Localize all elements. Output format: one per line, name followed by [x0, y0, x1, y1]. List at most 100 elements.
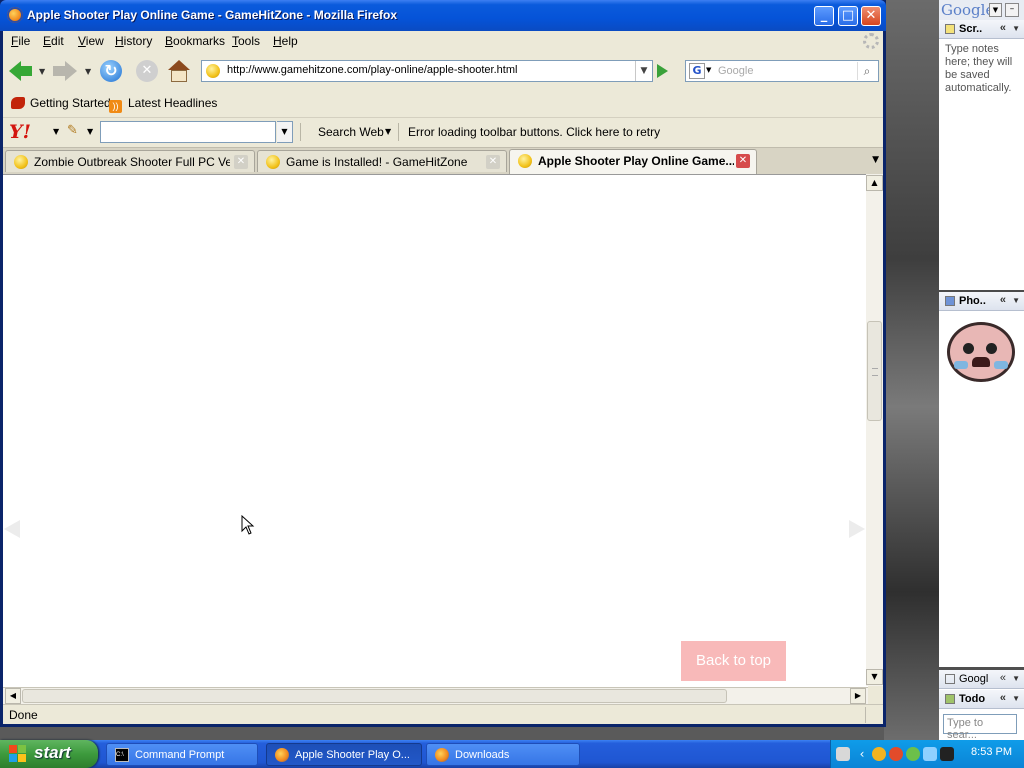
- bookmark-getting-started[interactable]: Getting Started: [11, 96, 111, 110]
- throbber-icon: [863, 33, 879, 49]
- expand-icon[interactable]: «: [1000, 692, 1006, 704]
- scroll-down-button[interactable]: ▼: [866, 669, 883, 685]
- taskbar-item-apple-shooter[interactable]: Apple Shooter Play O...: [266, 743, 422, 766]
- stop-button[interactable]: ✕: [135, 59, 159, 83]
- menu-help[interactable]: Help: [273, 34, 298, 48]
- home-icon: [168, 60, 190, 70]
- todo-gadget: Todo « ▼ Type to sear...: [939, 690, 1024, 741]
- tab-game-installed[interactable]: Game is Installed! - GameHitZone ✕: [257, 150, 507, 172]
- show-hidden-icons-icon[interactable]: ‹: [855, 747, 869, 761]
- taskbar-item-downloads[interactable]: Downloads: [426, 743, 580, 766]
- reload-button[interactable]: ↻: [99, 59, 123, 83]
- scratch-pad-textarea[interactable]: Type notes here; they will be saved auto…: [945, 43, 1019, 95]
- vertical-scroll-thumb[interactable]: [867, 321, 882, 421]
- network-icon[interactable]: [906, 747, 920, 761]
- sidebar-menu-dropdown[interactable]: ▼: [989, 3, 1002, 17]
- menu-file[interactable]: File: [11, 34, 30, 48]
- google-logo[interactable]: Google: [941, 1, 994, 19]
- status-separator: [865, 707, 866, 723]
- tab-close-icon[interactable]: ✕: [234, 155, 248, 169]
- toolbar-error-message[interactable]: Error loading toolbar buttons. Click her…: [408, 125, 660, 139]
- back-to-top-button[interactable]: Back to top: [681, 641, 786, 681]
- menu-edit[interactable]: Edit: [43, 34, 64, 48]
- scroll-right-button[interactable]: ▶: [850, 688, 866, 704]
- gadget-menu-dropdown[interactable]: ▼: [1012, 296, 1020, 305]
- menu-history[interactable]: History: [115, 34, 152, 48]
- yahoo-toolbar: Y! ▼ ✎ ▼ ▼ Search Web ▼ Error loading to…: [3, 117, 883, 146]
- yahoo-logo[interactable]: Y!: [9, 121, 31, 143]
- url-text[interactable]: http://www.gamehitzone.com/play-online/a…: [227, 64, 517, 76]
- tab-close-icon[interactable]: ✕: [486, 155, 500, 169]
- pencil-dropdown[interactable]: ▼: [87, 127, 93, 136]
- sidebar-minimize-button[interactable]: –: [1005, 3, 1019, 17]
- search-web-button[interactable]: Search Web: [318, 125, 384, 139]
- expand-icon[interactable]: «: [1000, 672, 1006, 684]
- gadget-menu-dropdown[interactable]: ▼: [1012, 694, 1020, 703]
- vertical-scrollbar[interactable]: ▲ ▼: [866, 174, 883, 686]
- photos-header[interactable]: Pho.. « ▼: [939, 292, 1024, 311]
- gadget-menu-dropdown[interactable]: ▼: [1012, 24, 1020, 33]
- back-button[interactable]: [9, 59, 33, 83]
- forward-history-dropdown[interactable]: ▼: [85, 67, 91, 76]
- yahoo-search-dropdown[interactable]: ▼: [277, 121, 293, 143]
- url-bar[interactable]: http://www.gamehitzone.com/play-online/a…: [201, 60, 653, 82]
- yahoo-menu-dropdown[interactable]: ▼: [53, 127, 59, 136]
- messenger-icon[interactable]: [872, 747, 886, 761]
- google-gadget-header[interactable]: Googl « ▼: [939, 670, 1024, 689]
- firefox-icon: [275, 748, 289, 762]
- taskbar-item-command-prompt[interactable]: C:\ Command Prompt: [106, 743, 258, 766]
- back-history-dropdown[interactable]: ▼: [39, 67, 45, 76]
- horizontal-scrollbar[interactable]: ◀ ▶: [3, 687, 868, 705]
- todo-search-input[interactable]: Type to sear...: [943, 714, 1017, 741]
- expand-icon[interactable]: «: [1000, 294, 1006, 306]
- search-icon[interactable]: ⌕: [857, 62, 876, 80]
- tab-apple-shooter[interactable]: Apple Shooter Play Online Game... ✕: [509, 149, 757, 174]
- status-text: Done: [9, 708, 38, 722]
- rss-icon: )): [109, 100, 122, 113]
- notepad-icon: [945, 24, 955, 34]
- gadget-menu-dropdown[interactable]: ▼: [1012, 674, 1020, 683]
- tab-list-dropdown[interactable]: ▼: [872, 155, 879, 165]
- volume-icon[interactable]: [923, 747, 937, 761]
- minimize-button[interactable]: _: [814, 6, 834, 26]
- home-button[interactable]: [167, 59, 191, 83]
- tab-zombie-outbreak[interactable]: Zombie Outbreak Shooter Full PC Versi...…: [5, 150, 255, 172]
- navigation-toolbar: ▼ ▼ ↻ ✕ http://www.gamehitzone.com/play-…: [3, 53, 883, 89]
- search-web-dropdown[interactable]: ▼: [385, 127, 391, 136]
- bookmark-latest-headlines[interactable]: )) Latest Headlines: [109, 96, 217, 113]
- right-arrow-icon[interactable]: [849, 520, 865, 538]
- todo-header[interactable]: Todo « ▼: [939, 690, 1024, 709]
- search-engine-icon[interactable]: G: [689, 63, 705, 79]
- menu-tools[interactable]: Tools: [232, 34, 260, 48]
- photo-thumbnail[interactable]: [947, 322, 1015, 382]
- url-history-dropdown[interactable]: ▼: [635, 61, 652, 81]
- scroll-up-button[interactable]: ▲: [866, 175, 883, 191]
- scratch-pad-header[interactable]: Scr.. « ▼: [939, 20, 1024, 39]
- photo-icon: [945, 296, 955, 306]
- window-title: Apple Shooter Play Online Game - GameHit…: [27, 8, 398, 22]
- start-button[interactable]: start: [0, 740, 98, 768]
- title-bar[interactable]: Apple Shooter Play Online Game - GameHit…: [0, 0, 886, 31]
- go-button[interactable]: [657, 64, 668, 78]
- search-input[interactable]: Google: [718, 65, 753, 77]
- search-bar[interactable]: G ▼ Google ⌕: [685, 60, 879, 82]
- forward-button[interactable]: [53, 59, 77, 83]
- security-icon[interactable]: [940, 747, 954, 761]
- keyboard-icon[interactable]: [836, 747, 850, 761]
- scroll-left-button[interactable]: ◀: [5, 688, 21, 704]
- page-content[interactable]: Back to top: [3, 174, 868, 687]
- close-button[interactable]: ✕: [861, 6, 881, 26]
- tab-close-icon[interactable]: ✕: [736, 154, 750, 168]
- photos-gadget: Pho.. « ▼: [939, 292, 1024, 667]
- horizontal-scroll-thumb[interactable]: [22, 689, 727, 703]
- menu-bookmarks[interactable]: Bookmarks: [165, 34, 225, 48]
- menu-view[interactable]: View: [78, 34, 104, 48]
- pencil-icon[interactable]: ✎: [67, 124, 81, 138]
- clock[interactable]: 8:53 PM: [971, 746, 1012, 758]
- google-tray-icon[interactable]: [889, 747, 903, 761]
- yahoo-search-input[interactable]: [100, 121, 276, 143]
- maximize-button[interactable]: □: [838, 6, 858, 26]
- left-arrow-icon[interactable]: [4, 520, 20, 538]
- search-engine-dropdown[interactable]: ▼: [706, 66, 711, 74]
- expand-icon[interactable]: «: [1000, 22, 1006, 34]
